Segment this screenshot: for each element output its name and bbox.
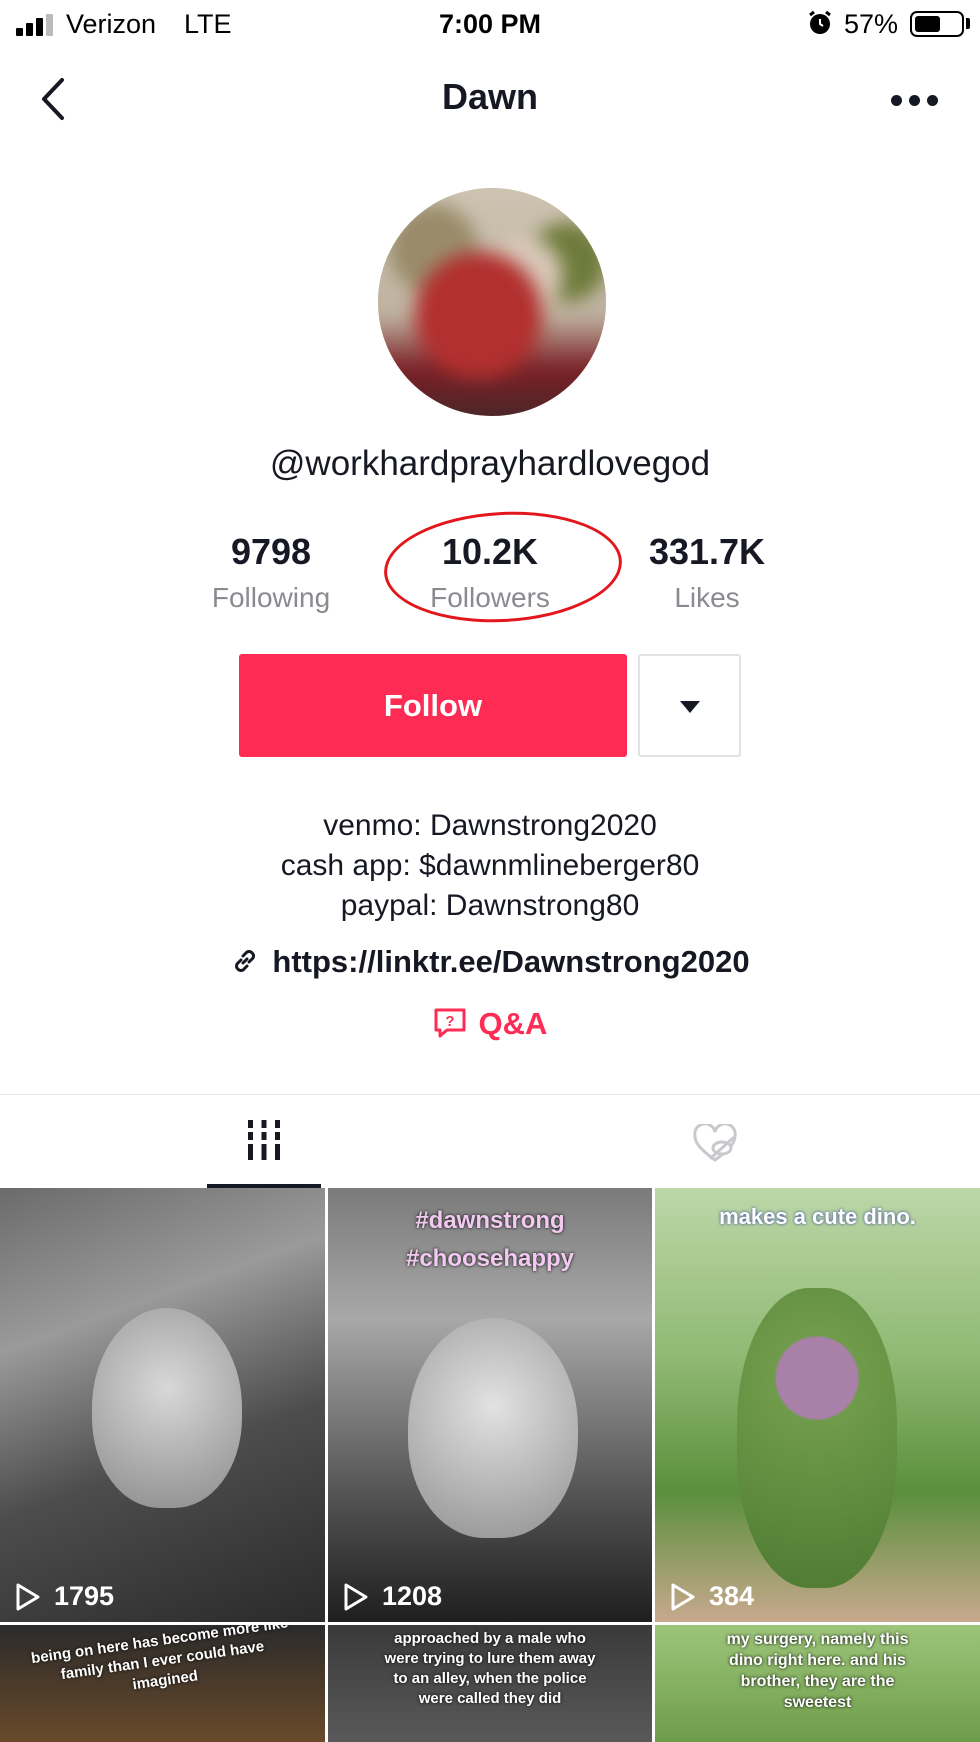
stat-likes: 331.7K Likes: [607, 528, 807, 618]
bio-line: venmo: Dawnstrong2020: [323, 809, 657, 842]
thumbnail-image: [737, 1288, 897, 1588]
page-title: Dawn: [441, 76, 538, 117]
bio-line: paypal: Dawnstrong80: [340, 889, 640, 922]
view-count-text: 1795: [54, 1581, 115, 1611]
avatar-image-blurred: [378, 188, 606, 416]
view-count: 384: [669, 1581, 754, 1612]
video-caption: approached by a male who were trying to …: [384, 1630, 596, 1707]
qa-label: Q&A: [478, 1006, 548, 1041]
tabs-divider: [0, 1094, 980, 1095]
tab-liked[interactable]: [490, 1096, 980, 1188]
view-count-text: 1208: [382, 1581, 443, 1611]
question-bubble-icon: ?: [434, 1008, 466, 1038]
follow-button[interactable]: Follow: [239, 654, 627, 757]
stat-label: Likes: [674, 582, 740, 613]
video-thumbnail[interactable]: 1795: [0, 1188, 325, 1622]
grid-videos-icon: [246, 1120, 282, 1160]
bio-link[interactable]: https://linktr.ee/Dawnstrong2020: [0, 944, 980, 980]
stat-label: Following: [211, 582, 331, 613]
video-thumbnail[interactable]: my surgery, namely this dino right here.…: [655, 1625, 980, 1742]
bio-link-text: https://linktr.ee/Dawnstrong2020: [272, 944, 750, 979]
suggested-accounts-dropdown-button[interactable]: [638, 654, 741, 757]
more-options-icon[interactable]: [884, 80, 944, 120]
play-icon: [671, 1583, 695, 1610]
video-caption: my surgery, namely this dino right here.…: [726, 1631, 909, 1711]
video-thumbnail[interactable]: being on here has become more like famil…: [0, 1625, 325, 1742]
battery-nub: [966, 18, 970, 29]
play-icon: [344, 1583, 368, 1610]
play-icon: [16, 1583, 40, 1610]
avatar[interactable]: [378, 188, 606, 416]
battery-icon: [910, 11, 964, 37]
status-time: 7:00 PM: [438, 9, 542, 39]
video-caption: being on here has become more like famil…: [30, 1625, 290, 1694]
video-caption: #dawnstrong #choosehappy: [405, 1207, 575, 1272]
video-thumbnail[interactable]: approached by a male who were trying to …: [328, 1625, 652, 1742]
battery-percent: 57%: [844, 9, 899, 39]
caret-down-icon: [680, 701, 700, 713]
bio: venmo: Dawnstrong2020 cash app: $dawnmli…: [0, 806, 980, 926]
thumbnail-image: [92, 1308, 242, 1508]
status-bar: Verizon LTE 7:00 PM 57%: [0, 0, 980, 50]
username: @workhardprayhardlovegod: [269, 444, 711, 483]
stat-value: 331.7K: [648, 531, 766, 572]
view-count: 1795: [14, 1581, 114, 1612]
thumbnail-image: [408, 1318, 578, 1538]
stat-following[interactable]: 9798 Following: [171, 528, 371, 618]
view-count-text: 384: [709, 1581, 755, 1611]
video-thumbnail[interactable]: #dawnstrong #choosehappy 1208: [328, 1188, 652, 1622]
view-count: 1208: [342, 1581, 442, 1612]
link-icon: [235, 950, 256, 972]
stat-value: 9798: [230, 531, 312, 572]
qa-link[interactable]: ? Q&A: [0, 1006, 980, 1042]
bio-line: cash app: $dawnmlineberger80: [280, 849, 700, 882]
video-caption: makes a cute dino.: [719, 1204, 916, 1229]
tab-videos[interactable]: [0, 1096, 490, 1188]
svg-text:?: ?: [445, 1013, 454, 1030]
video-thumbnail[interactable]: makes a cute dino. 384: [655, 1188, 980, 1622]
alarm-icon: [809, 10, 831, 34]
liked-hidden-icon: [693, 1124, 737, 1162]
battery-fill: [915, 16, 940, 32]
